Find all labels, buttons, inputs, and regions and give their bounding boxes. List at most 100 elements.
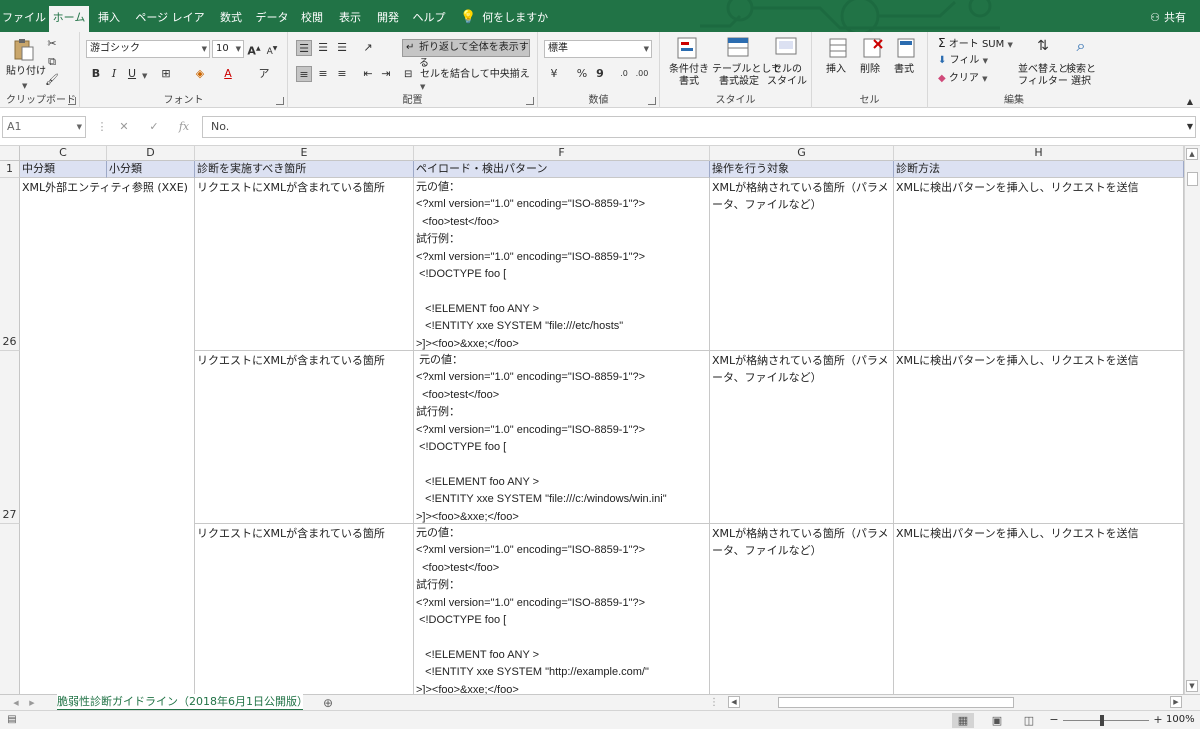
increase-indent-icon[interactable]: ⇥ [378, 66, 394, 82]
scroll-up-icon[interactable]: ▲ [1186, 148, 1198, 160]
merge-center-button[interactable]: ⊟ セルを結合して中央揃え ▼ [404, 69, 537, 93]
comma-button[interactable]: 9 [592, 66, 608, 82]
orientation-icon[interactable]: ↗ [360, 40, 376, 56]
paste-button[interactable]: 貼り付け [6, 66, 46, 78]
align-left-icon[interactable]: ≡ [296, 66, 312, 82]
zoom-slider[interactable] [1063, 720, 1149, 721]
horizontal-scroll-thumb[interactable] [778, 697, 1014, 708]
tab-developer[interactable]: 開発 [371, 6, 405, 32]
table-cell-h26[interactable]: XMLに検出パターンを挿入し、リクエストを送信 [894, 178, 1184, 351]
italic-button[interactable]: I [106, 66, 122, 82]
underline-button[interactable]: U [124, 66, 140, 82]
number-launcher-icon[interactable] [648, 97, 656, 105]
font-color-icon[interactable]: A [220, 66, 236, 82]
align-bottom-icon[interactable]: ☰ [334, 40, 350, 56]
table-cell-e27[interactable]: リクエストにXMLが含まれている箇所 [195, 351, 414, 524]
find-select-button[interactable]: 検索と 選択 [1066, 64, 1096, 88]
table-cell-f26[interactable]: 元の値： <?xml version="1.0" encoding="ISO-8… [414, 178, 710, 351]
clear-button[interactable]: ◆ クリア ▼ [938, 73, 987, 85]
font-launcher-icon[interactable] [276, 97, 284, 105]
header-cell-c[interactable]: 中分類 [20, 161, 107, 178]
cut-icon[interactable]: ✂ [44, 36, 60, 52]
header-cell-g[interactable]: 操作を行う対象 [710, 161, 894, 178]
prev-sheet-icon[interactable]: ◀ [8, 695, 24, 711]
enter-icon[interactable]: ✓ [144, 116, 164, 138]
expand-formula-bar-icon[interactable]: ▼ [1182, 119, 1198, 135]
decrease-decimal-icon[interactable]: .00 [634, 66, 650, 82]
wrap-text-button[interactable]: ↵ 折り返して全体を表示する [402, 39, 530, 69]
scroll-down-icon[interactable]: ▼ [1186, 680, 1198, 692]
borders-icon[interactable]: ⊞ [158, 66, 174, 82]
horizontal-scrollbar[interactable]: ◀ ▶ [726, 696, 1184, 709]
merged-category-cell[interactable]: XML外部エンティティ参照 (XXE) [20, 178, 195, 694]
table-cell-g27[interactable]: XMLが格納されている箇所（パラメータ、ファイルなど） [710, 351, 894, 524]
column-header-f[interactable]: F [414, 146, 710, 161]
row-header-1[interactable]: 1 [0, 161, 20, 178]
clipboard-launcher-icon[interactable] [68, 97, 76, 105]
name-box[interactable]: A1 ▼ [2, 116, 86, 138]
formula-input[interactable]: No. [202, 116, 1196, 138]
align-center-icon[interactable]: ≡ [315, 66, 331, 82]
alignment-launcher-icon[interactable] [526, 97, 534, 105]
row-header-28[interactable] [0, 524, 20, 694]
grow-font-button[interactable]: A▲ [246, 41, 262, 58]
cell-styles-button[interactable]: セルの スタイル [766, 64, 808, 88]
table-cell-e26[interactable]: リクエストにXMLが含まれている箇所 [195, 178, 414, 351]
copy-icon[interactable]: ⧉ [44, 54, 60, 70]
tab-insert[interactable]: 挿入 [92, 6, 126, 32]
phonetic-guide-icon[interactable]: ア [256, 66, 272, 82]
page-break-view-icon[interactable]: ◫ [1018, 713, 1040, 728]
column-header-g[interactable]: G [710, 146, 894, 161]
row-header-26[interactable]: 26 [0, 178, 20, 351]
fill-button[interactable]: ⬇ フィル ▼ [938, 55, 988, 67]
normal-view-icon[interactable]: ▦ [952, 713, 974, 728]
select-all-corner[interactable] [0, 146, 20, 161]
table-cell-h27[interactable]: XMLに検出パターンを挿入し、リクエストを送信 [894, 351, 1184, 524]
align-top-icon[interactable]: ☰ [296, 40, 312, 56]
tab-formulas[interactable]: 数式 [213, 6, 249, 32]
column-header-d[interactable]: D [107, 146, 195, 161]
zoom-level[interactable]: 100% [1166, 714, 1195, 726]
column-header-c[interactable]: C [20, 146, 107, 161]
tab-view[interactable]: 表示 [333, 6, 367, 32]
table-cell-f28[interactable]: 元の値： <?xml version="1.0" encoding="ISO-8… [414, 524, 710, 694]
number-format-combo[interactable]: 標準 ▼ [544, 40, 652, 58]
add-sheet-icon[interactable]: ⊕ [320, 695, 336, 711]
header-cell-f[interactable]: ペイロード・検出パターン [414, 161, 710, 178]
font-name-combo[interactable]: 游ゴシック ▼ [86, 40, 210, 58]
delete-button[interactable]: 削除 [860, 64, 880, 76]
column-header-e[interactable]: E [195, 146, 414, 161]
scroll-right-icon[interactable]: ▶ [1170, 696, 1182, 708]
header-cell-e[interactable]: 診断を実施すべき箇所 [195, 161, 414, 178]
shrink-font-button[interactable]: A▼ [264, 41, 280, 57]
table-cell-g26[interactable]: XMLが格納されている箇所（パラメータ、ファイルなど） [710, 178, 894, 351]
zoom-in-icon[interactable]: + [1150, 712, 1166, 728]
font-size-combo[interactable]: 10 ▼ [212, 40, 244, 58]
bold-button[interactable]: B [88, 66, 104, 82]
format-as-table-button[interactable]: テーブルとして 書式設定 [712, 64, 781, 88]
table-cell-e28[interactable]: リクエストにXMLが含まれている箇所 [195, 524, 414, 694]
vertical-scroll-thumb[interactable] [1187, 172, 1198, 186]
next-sheet-icon[interactable]: ▶ [24, 695, 40, 711]
column-header-h[interactable]: H [894, 146, 1184, 161]
vertical-scrollbar[interactable]: ▲ ▼ [1184, 146, 1200, 694]
currency-icon[interactable]: ¥ [546, 66, 562, 82]
table-cell-f27[interactable]: 元の値： <?xml version="1.0" encoding="ISO-8… [414, 351, 710, 524]
table-cell-h28[interactable]: XMLに検出パターンを挿入し、リクエストを送信 [894, 524, 1184, 694]
increase-decimal-icon[interactable]: .0 [616, 66, 632, 82]
tab-help[interactable]: ヘルプ [409, 6, 449, 32]
tab-home[interactable]: ホーム [49, 6, 89, 32]
decrease-indent-icon[interactable]: ⇤ [360, 66, 376, 82]
table-cell-g28[interactable]: XMLが格納されている箇所（パラメータ、ファイルなど） [710, 524, 894, 694]
conditional-format-button[interactable]: 条件付き 書式 [668, 64, 710, 88]
align-right-icon[interactable]: ≡ [334, 66, 350, 82]
page-layout-view-icon[interactable]: ▣ [986, 713, 1008, 728]
tab-data[interactable]: データ [252, 6, 292, 32]
format-painter-icon[interactable]: 🖌 [44, 72, 60, 88]
insert-function-icon[interactable]: fx [174, 116, 194, 138]
header-cell-h[interactable]: 診断方法 [894, 161, 1184, 178]
tell-me-search[interactable]: 💡 何をしますか [460, 6, 548, 30]
row-header-27[interactable]: 27 [0, 351, 20, 524]
tab-page-layout[interactable]: ページ レイアウト [131, 6, 209, 32]
zoom-slider-thumb[interactable] [1100, 715, 1104, 726]
